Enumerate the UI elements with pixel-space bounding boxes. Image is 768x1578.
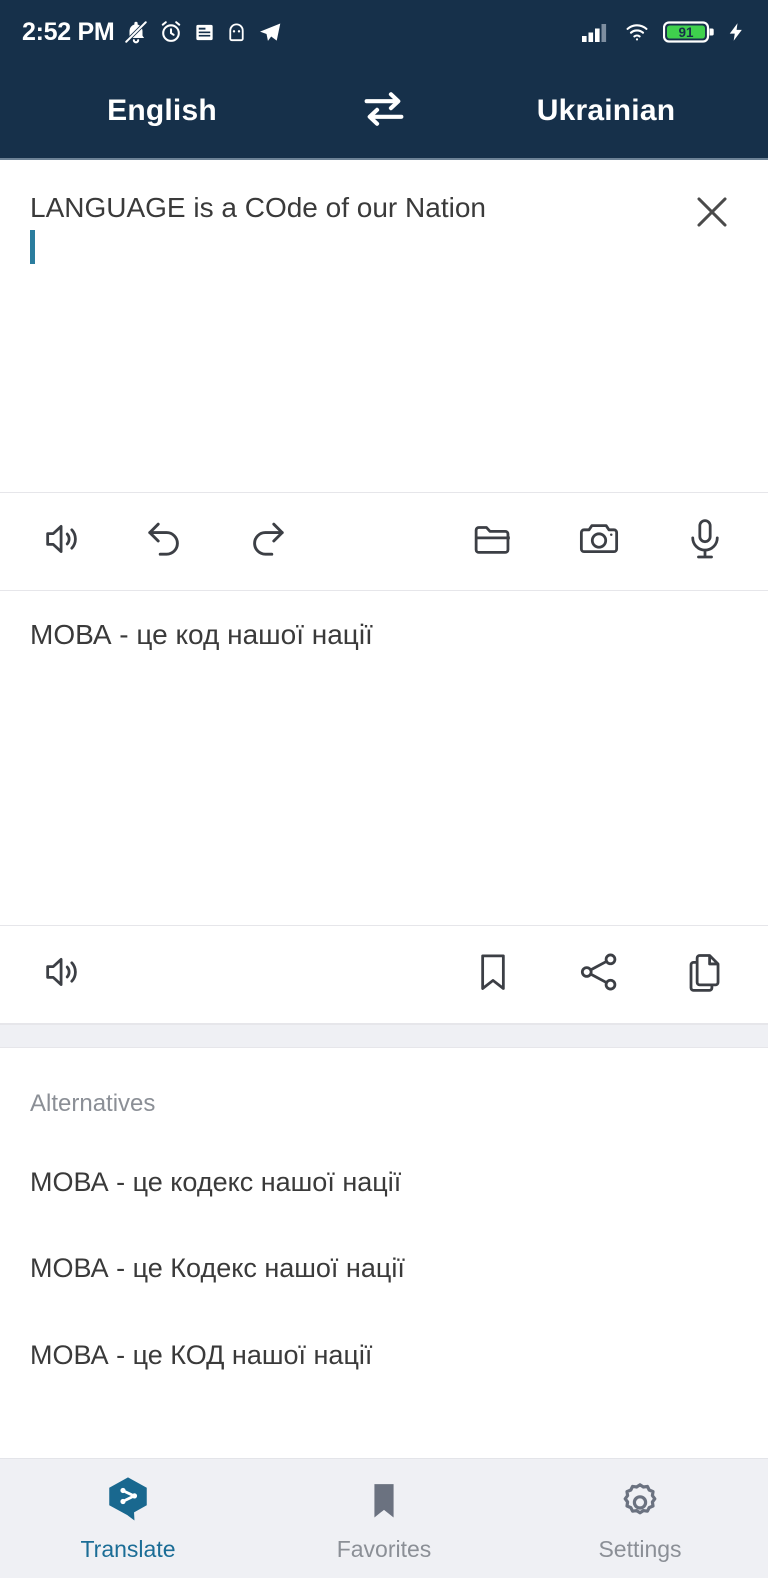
status-bar-left: 2:52 PM <box>22 19 581 45</box>
bell-muted-icon <box>123 19 149 45</box>
target-toolbar-right <box>466 948 732 1002</box>
news-icon <box>193 21 216 44</box>
share-button[interactable] <box>572 948 626 1002</box>
source-toolbar-right <box>466 515 732 569</box>
battery-level-text: 91 <box>678 25 694 40</box>
copy-icon <box>682 949 728 1000</box>
source-language-selector[interactable]: English <box>0 94 324 128</box>
source-text-input[interactable]: LANGUAGE is a COde of our Nation <box>30 190 684 264</box>
wifi-icon <box>622 20 652 44</box>
redo-icon <box>243 515 291 568</box>
target-text-panel[interactable]: МОВА - це код нашої нації <box>0 591 768 926</box>
android-robot-icon <box>225 21 248 44</box>
clear-source-button[interactable] <box>684 186 740 242</box>
alternatives-divider <box>0 1024 768 1048</box>
target-toolbar <box>0 926 768 1024</box>
translate-logo-icon <box>103 1474 153 1524</box>
redo-button[interactable] <box>240 515 294 569</box>
signal-bars-icon <box>581 20 611 44</box>
nav-item-translate[interactable]: Translate <box>0 1474 256 1563</box>
speaker-icon <box>40 516 86 567</box>
target-toolbar-left <box>36 948 90 1002</box>
speak-source-button[interactable] <box>36 515 90 569</box>
swap-horizontal-icon <box>358 83 410 140</box>
bookmark-icon <box>361 1474 407 1524</box>
open-file-button[interactable] <box>466 515 520 569</box>
speak-translation-button[interactable] <box>36 948 90 1002</box>
app-screen: 2:52 PM 91 English Ukrainian LANGUAGE is… <box>0 0 768 1578</box>
alternative-item[interactable]: МОВА - це кодекс нашої нації <box>30 1166 738 1198</box>
bookmark-button[interactable] <box>466 948 520 1002</box>
copy-button[interactable] <box>678 948 732 1002</box>
translation-text: МОВА - це код нашої нації <box>30 619 373 650</box>
language-header: English Ukrainian <box>0 64 768 160</box>
microphone-button[interactable] <box>678 515 732 569</box>
share-icon <box>576 949 622 1000</box>
microphone-icon <box>682 516 728 567</box>
close-icon <box>689 189 735 240</box>
alternatives-title: Alternatives <box>30 1090 156 1117</box>
source-toolbar-left <box>36 515 294 569</box>
source-text-row: LANGUAGE is a COde of our Nation <box>30 190 740 264</box>
alternative-item[interactable]: МОВА - це Кодекс нашої нації <box>30 1252 738 1284</box>
source-toolbar <box>0 493 768 591</box>
bottom-navigation: Translate Favorites Settings <box>0 1458 768 1578</box>
telegram-send-icon <box>257 19 283 45</box>
source-text-panel: LANGUAGE is a COde of our Nation <box>0 160 768 493</box>
camera-icon <box>576 516 622 567</box>
nav-label-translate: Translate <box>80 1536 176 1562</box>
nav-label-settings: Settings <box>598 1536 682 1562</box>
status-bar-clock: 2:52 PM <box>22 17 115 46</box>
gear-icon <box>616 1474 664 1524</box>
speaker-icon <box>40 949 86 1000</box>
source-text-value: LANGUAGE is a COde of our Nation <box>30 192 486 223</box>
bookmark-icon <box>470 949 516 1000</box>
alternative-item[interactable]: МОВА - це КОД нашої нації <box>30 1339 738 1371</box>
alarm-clock-icon <box>158 19 184 45</box>
alternatives-section: Alternatives МОВА - це кодекс нашої наці… <box>0 1048 768 1443</box>
text-caret <box>30 229 35 264</box>
undo-icon <box>141 515 189 568</box>
status-bar-right: 91 <box>581 19 746 45</box>
nav-item-favorites[interactable]: Favorites <box>256 1474 512 1563</box>
nav-label-favorites: Favorites <box>336 1536 432 1562</box>
battery-icon: 91 <box>663 19 715 45</box>
folder-icon <box>470 516 516 567</box>
swap-languages-button[interactable] <box>324 83 444 140</box>
undo-button[interactable] <box>138 515 192 569</box>
status-bar: 2:52 PM 91 <box>0 0 768 64</box>
nav-item-settings[interactable]: Settings <box>512 1474 768 1563</box>
camera-button[interactable] <box>572 515 626 569</box>
charging-bolt-icon <box>726 19 746 45</box>
target-language-selector[interactable]: Ukrainian <box>444 94 768 128</box>
